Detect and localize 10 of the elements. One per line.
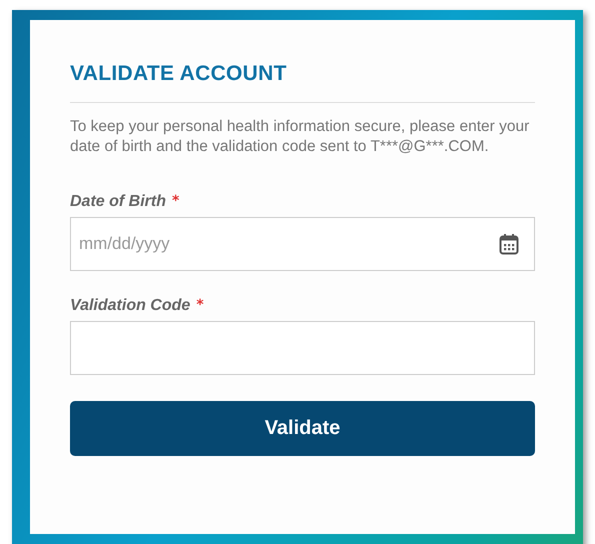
field-label: Validation Code bbox=[70, 297, 190, 315]
intro-text: To keep your personal health information secure, please enter your date of birth and the validation code sent to T***@G***.COM. bbox=[70, 117, 530, 157]
date-field[interactable]: mm/dd/yyyy bbox=[70, 217, 535, 271]
calendar-icon[interactable] bbox=[499, 233, 519, 255]
required-mark: * bbox=[172, 193, 180, 209]
input-field[interactable] bbox=[70, 321, 535, 375]
field-label: Date of Birth bbox=[70, 193, 166, 211]
form-title: VALIDATE ACCOUNT bbox=[70, 62, 288, 86]
validate-button[interactable]: Validate bbox=[70, 401, 535, 456]
required-mark: * bbox=[196, 297, 204, 313]
